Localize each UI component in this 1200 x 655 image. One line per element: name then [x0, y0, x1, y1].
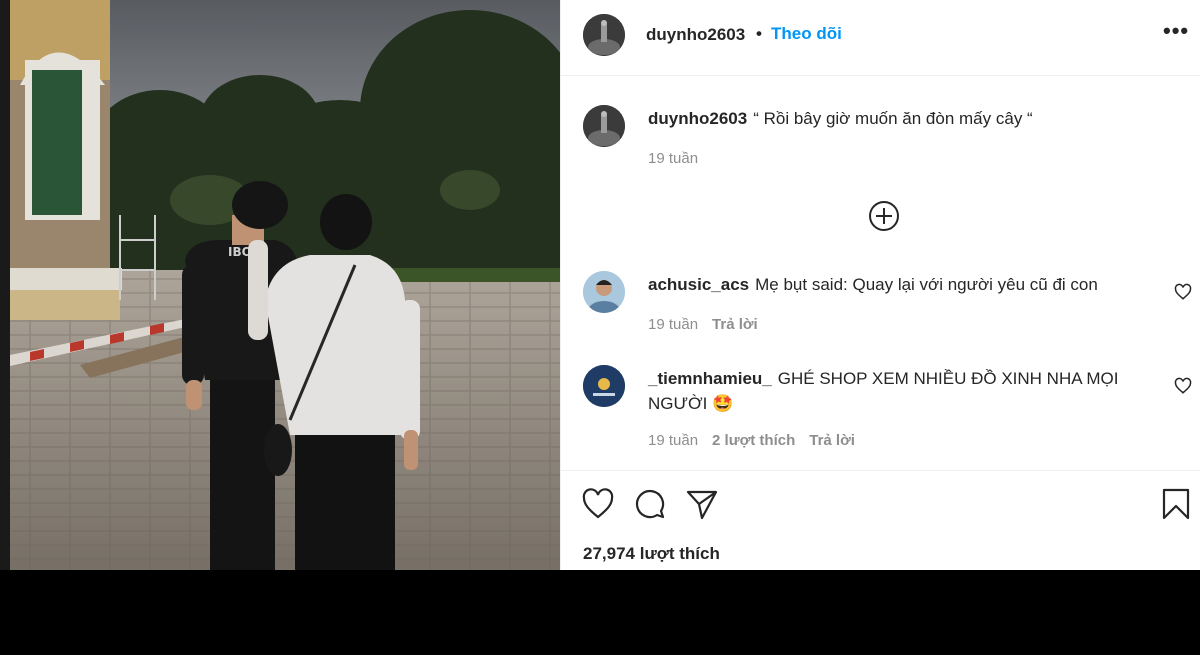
post-photo[interactable]: IBO	[10, 0, 560, 570]
like-comment-heart-icon[interactable]	[1174, 283, 1192, 301]
commenter-avatar[interactable]	[583, 365, 625, 407]
follow-button[interactable]: Theo dõi	[771, 24, 842, 44]
comment-body: Mẹ bụt said: Quay lại với người yêu cũ đ…	[755, 275, 1098, 294]
bookmark-icon[interactable]	[1159, 487, 1193, 521]
like-comment-heart-icon[interactable]	[1174, 377, 1192, 395]
reply-button[interactable]: Trả lời	[712, 316, 758, 333]
avatar-image	[583, 105, 625, 147]
share-icon[interactable]	[685, 487, 719, 521]
comment-icon[interactable]	[633, 487, 667, 521]
commenter-avatar[interactable]	[583, 271, 625, 313]
avatar-image	[583, 14, 625, 56]
comment-text: achusic_acs Mẹ bụt said: Quay lại với ngư…	[648, 272, 1158, 297]
comment-username[interactable]: achusic_acs	[648, 275, 749, 294]
avatar-image	[583, 365, 625, 407]
separator-dot: •	[756, 24, 762, 43]
caption-time[interactable]: 19 tuần	[648, 150, 698, 167]
avatar-image	[583, 271, 625, 313]
plus-circle-icon	[869, 201, 899, 231]
caption-body: “ Rồi bây giờ muốn ăn đòn mấy cây “	[753, 109, 1033, 128]
comment-time[interactable]: 19 tuần	[648, 316, 698, 333]
load-more-comments-button[interactable]	[868, 200, 900, 232]
caption-username[interactable]: duynho2603	[648, 109, 747, 128]
post-actions: 27,974 lượt thích	[561, 470, 1200, 570]
comment-meta: 19 tuần Trả lời	[648, 316, 772, 333]
more-options-icon[interactable]: •••	[1163, 18, 1189, 44]
post-header: duynho2603 • Theo dõi •••	[561, 0, 1200, 76]
post-side-panel: duynho2603 • Theo dõi ••• duynho2603 “ Rồ…	[560, 0, 1200, 570]
bottom-black-area	[0, 570, 1200, 655]
author-avatar[interactable]	[583, 14, 625, 56]
heart-icon[interactable]	[581, 487, 615, 521]
left-window-edge	[0, 0, 10, 570]
caption-text: duynho2603 “ Rồi bây giờ muốn ăn đòn mấy …	[648, 106, 1158, 131]
caption-meta: 19 tuần	[648, 150, 712, 167]
post-photo-illustration: IBO	[10, 0, 560, 570]
likes-count[interactable]: 27,974 lượt thích	[583, 544, 720, 564]
caption-avatar[interactable]	[583, 105, 625, 147]
comment-likes[interactable]: 2 lượt thích	[712, 432, 795, 449]
comment-time[interactable]: 19 tuần	[648, 432, 698, 449]
comment-text: _tiemnhamieu_ GHÉ SHOP XEM NHIỀU ĐỒ XINH …	[648, 366, 1158, 416]
author-username[interactable]: duynho2603	[646, 25, 745, 45]
comment-username[interactable]: _tiemnhamieu_	[648, 369, 772, 388]
comment-meta: 19 tuần 2 lượt thích Trả lời	[648, 432, 869, 449]
reply-button[interactable]: Trả lời	[809, 432, 855, 449]
